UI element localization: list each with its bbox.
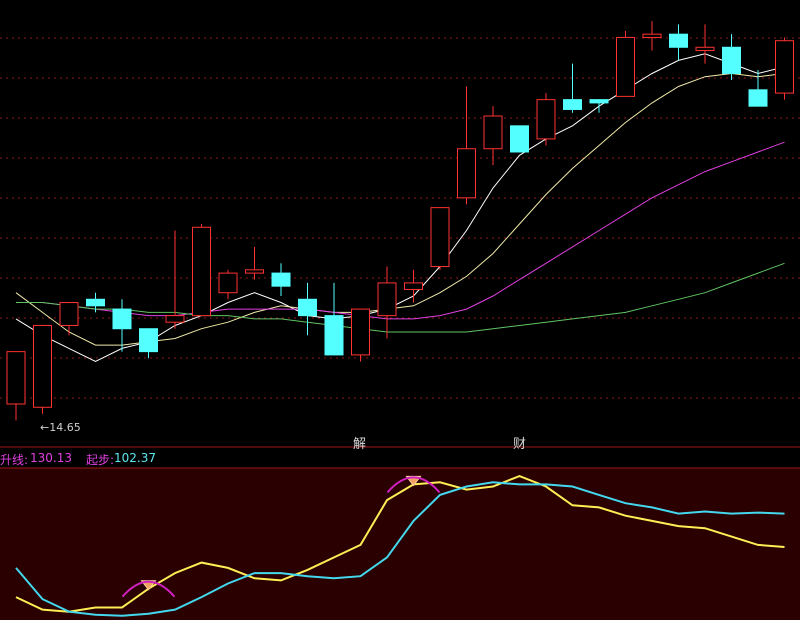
candle-body-24 (642, 33, 662, 38)
candle-body-0 (6, 351, 26, 405)
candle-body-4 (112, 308, 132, 330)
candle-body-29 (775, 40, 794, 94)
candle-body-14 (377, 282, 397, 317)
candle-body-10 (271, 272, 291, 287)
candle-body-26 (695, 46, 715, 52)
candle-body-15 (404, 282, 423, 290)
candle-body-22 (589, 99, 609, 104)
stock-chart (0, 21, 800, 620)
candle-body-13 (351, 308, 370, 356)
event-marker-jie: 解 (353, 437, 367, 452)
indicator-value-rise-line: 130.13 (30, 451, 72, 465)
indicator-panel-bg (0, 468, 800, 620)
candle-body-17 (457, 148, 476, 199)
candle-body-20 (536, 99, 556, 140)
candle-body-1 (33, 324, 52, 408)
ma-line-3 (16, 141, 785, 320)
arrow-left-icon: ← (40, 421, 50, 434)
candle-body-28 (748, 89, 768, 107)
event-marker-cai: 财 (513, 437, 527, 452)
indicator-label-start: 起步: (86, 453, 115, 467)
candle-body-25 (669, 33, 688, 48)
candle-body-27 (722, 46, 741, 74)
low-price-annotation: ←14.65 (40, 421, 81, 434)
candle-body-18 (483, 115, 503, 150)
candle-body-2 (59, 302, 79, 326)
candle-body-23 (616, 36, 635, 97)
low-price-value: 14.65 (49, 421, 81, 434)
candle-body-11 (298, 298, 317, 317)
candle-body-21 (563, 99, 582, 110)
indicator-label-rise-line: 升线: (0, 453, 29, 467)
candle-body-8 (218, 272, 238, 294)
candle-body-16 (430, 207, 450, 268)
candle-body-9 (245, 269, 264, 274)
candle-body-7 (192, 226, 211, 317)
candle-body-5 (139, 328, 158, 353)
indicator-value-start: 102.37 (114, 451, 156, 465)
ma-line-2 (15, 72, 785, 346)
candle-body-6 (165, 315, 185, 323)
candle-body-19 (510, 125, 529, 153)
candle-body-12 (324, 315, 344, 356)
candle-body-3 (86, 298, 105, 307)
